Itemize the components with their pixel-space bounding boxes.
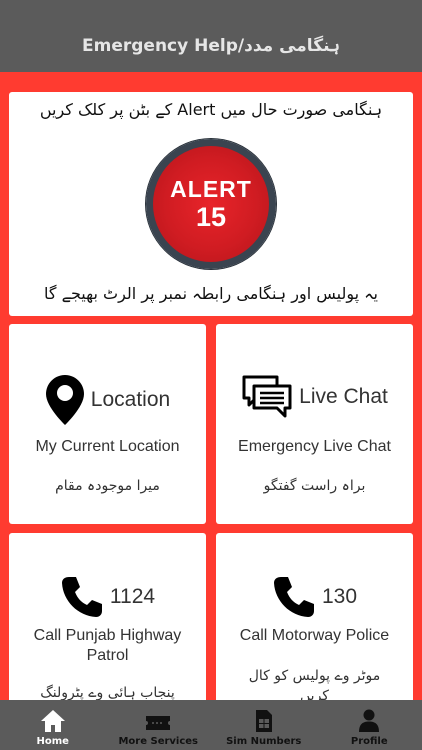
ticket-icon <box>145 707 171 733</box>
tab-more-services-label: More Services <box>118 736 199 747</box>
tab-profile-label: Profile <box>350 736 388 747</box>
sim-card-icon <box>255 707 273 733</box>
tab-sim-numbers[interactable]: Sim Numbers <box>211 700 317 750</box>
alert-button-word: ALERT <box>170 176 252 202</box>
chat-card-header: Live Chat <box>216 374 413 420</box>
home-icon <box>40 707 66 733</box>
chat-title: Live Chat <box>299 385 388 408</box>
patrol-card-header: 1124 <box>9 575 206 619</box>
location-card-header: Location <box>9 374 206 426</box>
tab-sim-numbers-label: Sim Numbers <box>226 736 302 747</box>
live-chat-card[interactable]: Live Chat Emergency Live Chat براہ راست … <box>216 324 413 524</box>
tab-home[interactable]: Home <box>0 700 106 750</box>
chat-urdu: براہ راست گفتگو <box>263 478 366 494</box>
chat-bubbles-icon <box>242 375 292 418</box>
tab-home-label: Home <box>36 736 69 747</box>
alert-card: ہنگامی صورت حال میں Alert کے بٹن پر کلک … <box>9 92 413 316</box>
alert-note: یہ پولیس اور ہنگامی رابطہ نمبر پر الرٹ ب… <box>44 284 378 303</box>
motorway-subtitle: Call Motorway Police <box>239 627 390 644</box>
motorway-number: 130 <box>321 585 358 608</box>
motorway-card-header: 130 <box>216 575 413 619</box>
header-title: Emergency Help/ہنگامی مدد <box>82 35 340 56</box>
person-icon <box>358 707 380 733</box>
phone-icon <box>273 577 314 617</box>
bottom-tab-bar: Home More Services Sim Numbers Profile <box>0 700 422 750</box>
location-title: Location <box>90 388 171 411</box>
location-pin-icon <box>45 375 84 425</box>
tab-profile[interactable]: Profile <box>317 700 422 750</box>
location-urdu: میرا موجودہ مقام <box>55 478 160 494</box>
app-header: Emergency Help/ہنگامی مدد <box>0 0 422 72</box>
alert-15-button[interactable]: ALERT 15 <box>146 139 276 269</box>
chat-subtitle: Emergency Live Chat <box>238 438 391 455</box>
tab-more-services[interactable]: More Services <box>106 700 212 750</box>
patrol-number: 1124 <box>109 585 156 608</box>
location-card[interactable]: Location My Current Location میرا موجودہ… <box>9 324 206 524</box>
alert-instruction: ہنگامی صورت حال میں Alert کے بٹن پر کلک … <box>39 100 383 119</box>
phone-icon <box>61 577 102 617</box>
patrol-subtitle: Call Punjab Highway Patrol <box>33 627 182 664</box>
alert-button-number: 15 <box>195 202 227 232</box>
location-subtitle: My Current Location <box>35 438 180 455</box>
